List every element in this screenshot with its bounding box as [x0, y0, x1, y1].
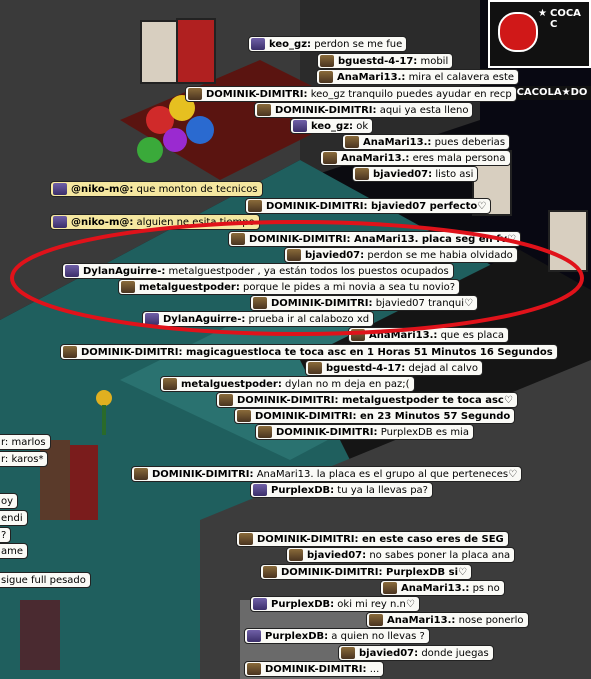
game-scene[interactable]: ★ COCA C ●COCACOLA★DO keo_gz: perdon se …: [0, 0, 591, 679]
highlight-ellipse: [10, 220, 584, 336]
